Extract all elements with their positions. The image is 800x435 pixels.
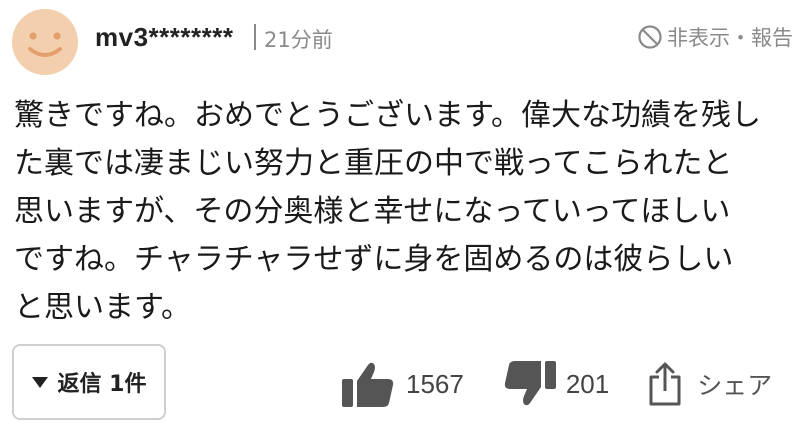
share-label: シェア bbox=[697, 371, 773, 400]
reply-button[interactable]: 返信 1件 bbox=[12, 344, 166, 420]
thumbs-down-icon bbox=[504, 361, 556, 406]
comment-line: 思いますが、その分奥様と幸せになっていってほしい bbox=[14, 194, 731, 229]
comment-line: と思います。 bbox=[14, 290, 191, 325]
like-button[interactable]: 1567 bbox=[340, 359, 464, 409]
like-count: 1567 bbox=[406, 368, 464, 399]
comment-line: ですね。チャラチャラせずに身を固めるのは彼らしい bbox=[14, 242, 734, 277]
username[interactable]: mv3******** bbox=[95, 22, 233, 53]
block-icon bbox=[638, 25, 662, 49]
report-label: 非表示・報告 bbox=[667, 26, 793, 50]
comment-line: 驚きですね。おめでとうございます。偉大な功績を残し bbox=[14, 98, 761, 133]
share-icon bbox=[649, 362, 681, 406]
hide-report-button[interactable]: 非表示・報告 bbox=[637, 22, 793, 52]
timestamp: 21分前 bbox=[264, 28, 333, 52]
dislike-count: 201 bbox=[565, 368, 610, 399]
dislike-button[interactable]: 201 bbox=[502, 359, 609, 409]
user-avatar bbox=[12, 9, 78, 75]
reaction-bar: 1567 201 シェア bbox=[340, 355, 772, 413]
smiley-avatar-icon bbox=[28, 32, 62, 57]
reply-label: 返信 1件 bbox=[57, 372, 147, 397]
comment-body: 驚きですね。おめでとうございます。偉大な功績を残し た裏では凄まじい努力と重圧の… bbox=[14, 92, 794, 332]
triangle-down-icon bbox=[31, 376, 48, 388]
comment-line: た裏では凄まじい努力と重圧の中で戦ってこられたと bbox=[14, 146, 733, 181]
share-button[interactable]: シェア bbox=[647, 361, 772, 407]
divider bbox=[254, 24, 256, 50]
thumbs-up-icon bbox=[342, 362, 394, 407]
